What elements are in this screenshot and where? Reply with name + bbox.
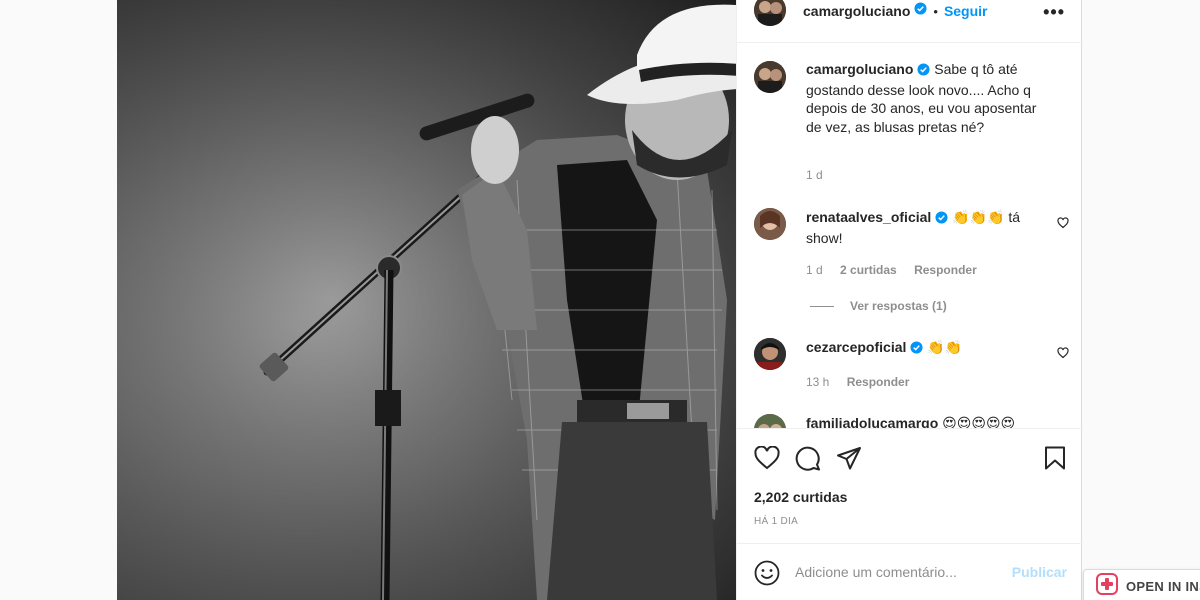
post-photo[interactable]: [117, 0, 736, 600]
publish-button[interactable]: Publicar: [1012, 564, 1067, 580]
comment-like-icon[interactable]: [1057, 346, 1069, 364]
comment-avatar[interactable]: [754, 338, 786, 370]
comment-input[interactable]: Adicione um comentário...: [795, 564, 957, 580]
comment-text: 😍😍😍😍😍: [942, 415, 1016, 428]
verified-icon: [914, 2, 927, 20]
post-actions: 2,202 curtidas HÁ 1 DIA: [737, 428, 1083, 543]
replies-divider: [810, 305, 834, 307]
comment-time[interactable]: 1 d: [806, 263, 823, 277]
reply-button[interactable]: Responder: [914, 263, 977, 277]
comment-likes[interactable]: 2 curtidas: [840, 263, 897, 277]
separator-dot: •: [933, 3, 938, 19]
caption-body: camargoluciano Sabe q tô até gostando de…: [806, 60, 1046, 136]
comment-like-icon[interactable]: [1057, 216, 1069, 234]
like-heart-icon[interactable]: [754, 445, 780, 475]
post-side-panel: camargoluciano • Seguir ••• camargolucia…: [736, 0, 1083, 600]
comment-body: cezarcepoficial 👏👏: [806, 338, 1046, 359]
verified-icon: [935, 210, 948, 229]
post-header: camargoluciano • Seguir •••: [737, 0, 1083, 43]
comments-list[interactable]: camargoluciano Sabe q tô até gostando de…: [737, 44, 1083, 428]
comment-meta: 1 d 2 curtidas Responder: [806, 263, 991, 277]
more-options-icon[interactable]: •••: [1043, 2, 1065, 23]
open-in-app-icon: [1096, 572, 1118, 600]
comment-body: familiadolucamargo 😍😍😍😍😍: [806, 414, 1046, 428]
comment-time[interactable]: 13 h: [806, 375, 829, 389]
verified-icon: [910, 340, 923, 359]
caption-username[interactable]: camargoluciano: [806, 61, 913, 77]
open-in-app-label: OPEN IN INS: [1126, 578, 1200, 594]
post-date[interactable]: HÁ 1 DIA: [754, 516, 798, 527]
caption-time[interactable]: 1 d: [806, 168, 823, 182]
avatar-image: [754, 338, 786, 370]
follow-button[interactable]: Seguir: [944, 3, 988, 19]
add-comment-bar: Adicione um comentário... Publicar: [737, 543, 1083, 600]
comment-body: renataalves_oficial 👏👏👏 tá show!: [806, 208, 1046, 247]
caption-meta: 1 d: [806, 168, 837, 182]
caption-avatar[interactable]: [754, 61, 786, 93]
comment-meta: 13 h Responder: [806, 375, 923, 389]
reply-button[interactable]: Responder: [847, 375, 910, 389]
verified-icon: [917, 62, 930, 81]
comment-username[interactable]: familiadolucamargo: [806, 415, 938, 428]
open-in-app-button[interactable]: OPEN IN INS: [1083, 569, 1200, 600]
avatar-image: [754, 208, 786, 240]
view-replies-label: Ver respostas (1): [850, 299, 947, 313]
save-bookmark-icon[interactable]: [1044, 446, 1066, 475]
author-username[interactable]: camargoluciano: [803, 3, 910, 19]
photo-illustration: [117, 0, 736, 600]
view-replies-button[interactable]: Ver respostas (1): [810, 299, 947, 313]
comment-avatar[interactable]: [754, 208, 786, 240]
avatar-image: [754, 0, 786, 26]
comment-username[interactable]: renataalves_oficial: [806, 209, 931, 225]
comment-avatar[interactable]: [754, 414, 786, 428]
emoji-icon[interactable]: [754, 560, 780, 591]
share-send-icon[interactable]: [836, 446, 862, 475]
author-avatar[interactable]: [754, 0, 786, 26]
avatar-image: [754, 414, 786, 428]
comment-username[interactable]: cezarcepoficial: [806, 339, 906, 355]
comment-bubble-icon[interactable]: [795, 446, 821, 476]
likes-count[interactable]: 2,202 curtidas: [754, 489, 847, 505]
comment-text: 👏👏: [927, 339, 963, 355]
avatar-image: [754, 61, 786, 93]
